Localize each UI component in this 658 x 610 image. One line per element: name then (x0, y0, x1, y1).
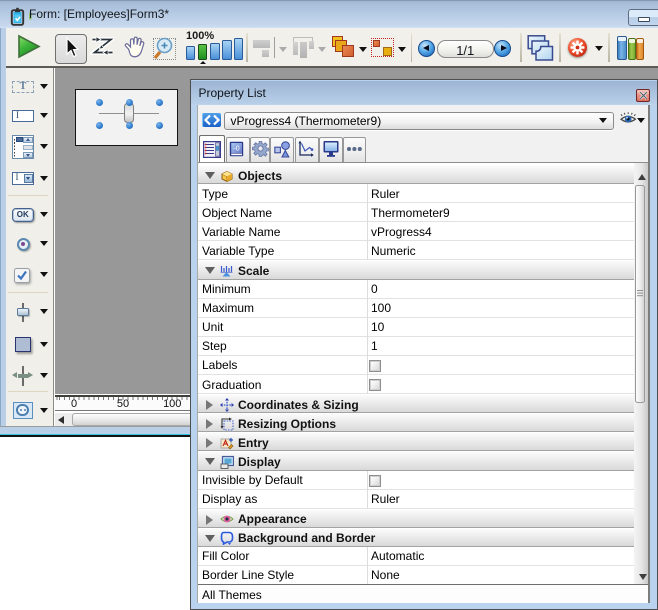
svg-text:-0: -0 (233, 145, 239, 152)
